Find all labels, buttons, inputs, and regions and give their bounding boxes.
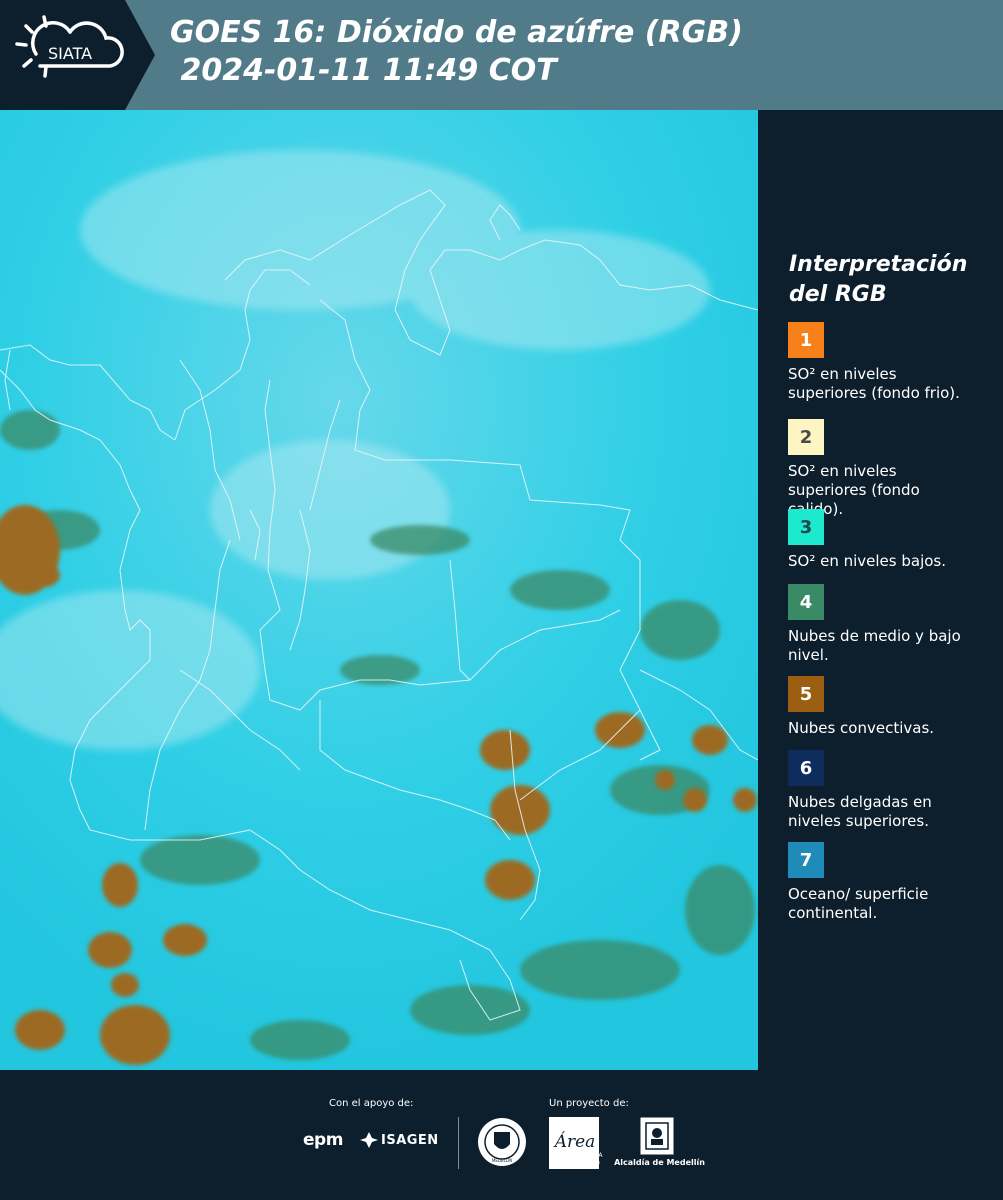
legend-panel: Interpretación del RGB 1 SO² en niveles … [758, 110, 1003, 1070]
legend-label: Nubes delgadas en niveles superiores. [788, 793, 932, 830]
footer-divider [458, 1117, 459, 1169]
alcaldia-shield-icon [640, 1117, 674, 1155]
medellin-seal-icon: MEDELLÍN [478, 1118, 526, 1166]
legend-swatch: 5 [788, 676, 824, 712]
legend-swatch: 7 [788, 842, 824, 878]
alcaldia-text: Alcaldía de Medellín [614, 1158, 705, 1167]
isagen-mark-icon [360, 1132, 378, 1148]
legend-swatch: 6 [788, 750, 824, 786]
siata-logo-text: SIATA [48, 44, 93, 63]
project-label: Un proyecto de: [549, 1098, 629, 1109]
area-metropolitana-text: METROPOLITANA Valle de Aburrá [551, 1152, 603, 1166]
epm-logo: epm [303, 1130, 343, 1150]
legend-label: Nubes de medio y bajo nivel. [788, 627, 961, 664]
isagen-logo: ISAGEN [381, 1133, 439, 1148]
legend-title: Interpretación del RGB [789, 252, 968, 307]
legend-swatch: 3 [788, 509, 824, 545]
support-label: Con el apoyo de: [329, 1098, 414, 1109]
legend-label: Oceano/ superficie continental. [788, 885, 929, 922]
seal-text: MEDELLÍN [492, 1158, 512, 1163]
page-title: GOES 16: Dióxido de azúfre (RGB) 2024-01… [170, 15, 743, 88]
legend-label: Nubes convectivas. [788, 719, 935, 737]
area-logo-text: Área [553, 1131, 596, 1152]
satellite-map [0, 110, 758, 1070]
legend-swatch: 2 [788, 419, 824, 455]
siata-logo-box: SIATA [0, 0, 155, 110]
footer: Con el apoyo de: Un proyecto de: epm ISA… [0, 1070, 1003, 1200]
header-bar: SIATA GOES 16: Dióxido de azúfre (RGB) 2… [0, 0, 1003, 110]
map-image [0, 110, 758, 1070]
legend-label: SO² en niveles bajos. [788, 552, 947, 570]
legend-swatch: 4 [788, 584, 824, 620]
legend-swatch: 1 [788, 322, 824, 358]
legend-label: SO² en niveles superiores (fondo frio). [788, 365, 960, 402]
